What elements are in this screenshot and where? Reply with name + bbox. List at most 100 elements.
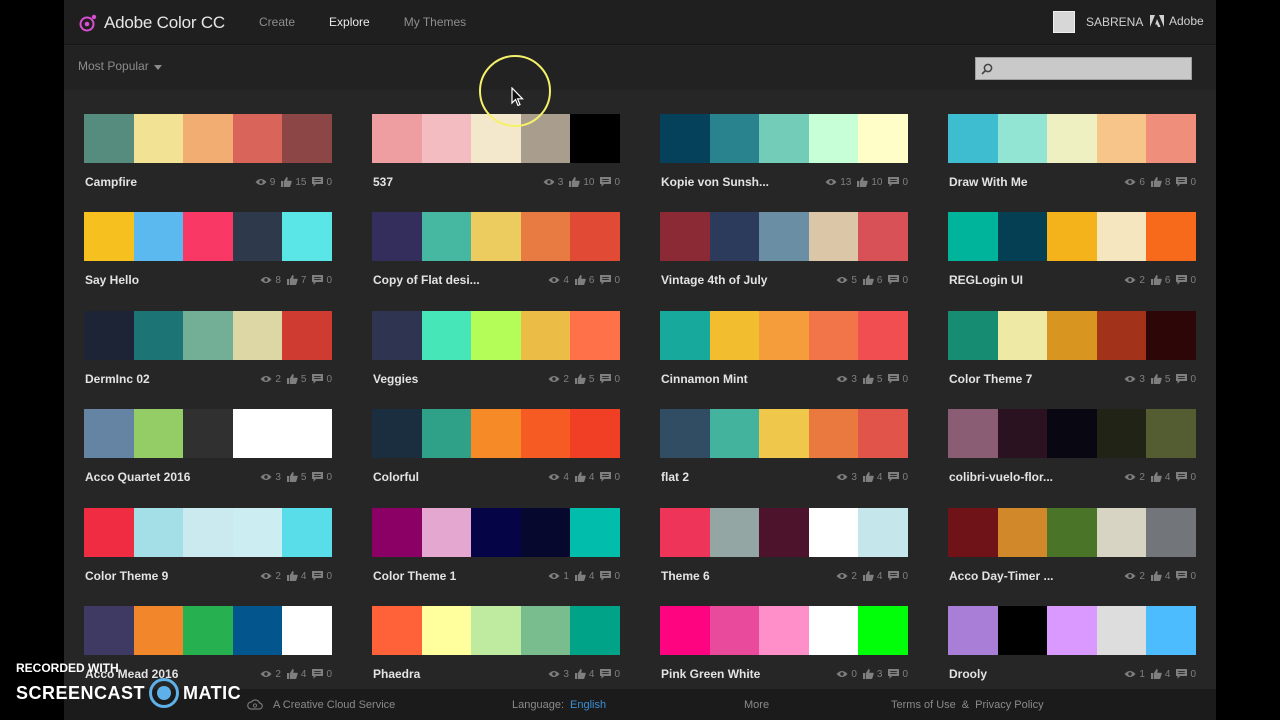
- color-swatch[interactable]: [660, 606, 710, 655]
- color-swatch[interactable]: [858, 409, 908, 458]
- comments-count[interactable]: 0: [888, 472, 908, 483]
- color-swatch[interactable]: [570, 508, 620, 557]
- likes-count[interactable]: 4: [862, 571, 882, 582]
- theme-card[interactable]: 537 3 10 0: [372, 114, 620, 194]
- color-swatch[interactable]: [997, 606, 1048, 655]
- color-swatch[interactable]: [183, 114, 233, 163]
- theme-swatches[interactable]: [948, 606, 1196, 655]
- theme-card[interactable]: Veggies 2 5 0: [372, 311, 620, 391]
- theme-card[interactable]: colibri-vuelo-flor... 2 4 0: [948, 409, 1196, 489]
- color-swatch[interactable]: [232, 409, 283, 458]
- color-swatch[interactable]: [1146, 114, 1196, 163]
- color-swatch[interactable]: [948, 311, 998, 360]
- theme-card[interactable]: Campfire 9 15 0: [84, 114, 332, 194]
- color-swatch[interactable]: [471, 606, 521, 655]
- color-swatch[interactable]: [948, 409, 998, 458]
- theme-name[interactable]: Say Hello: [85, 273, 254, 287]
- color-swatch[interactable]: [84, 212, 134, 261]
- likes-count[interactable]: 5: [862, 374, 882, 385]
- theme-swatches[interactable]: [84, 409, 332, 458]
- color-swatch[interactable]: [808, 212, 859, 261]
- color-swatch[interactable]: [808, 114, 859, 163]
- theme-swatches[interactable]: [948, 114, 1196, 163]
- comments-count[interactable]: 0: [312, 177, 332, 188]
- color-swatch[interactable]: [1096, 606, 1147, 655]
- color-swatch[interactable]: [421, 311, 472, 360]
- color-swatch[interactable]: [1047, 114, 1097, 163]
- color-swatch[interactable]: [759, 409, 809, 458]
- theme-swatches[interactable]: [372, 606, 620, 655]
- color-swatch[interactable]: [471, 212, 521, 261]
- color-swatch[interactable]: [808, 508, 859, 557]
- color-swatch[interactable]: [660, 409, 710, 458]
- likes-count[interactable]: 6: [574, 275, 594, 286]
- color-swatch[interactable]: [232, 212, 283, 261]
- theme-name[interactable]: Vintage 4th of July: [661, 273, 830, 287]
- theme-swatches[interactable]: [372, 212, 620, 261]
- theme-card[interactable]: Vintage 4th of July 5 6 0: [660, 212, 908, 292]
- comments-count[interactable]: 0: [600, 472, 620, 483]
- comments-count[interactable]: 0: [312, 275, 332, 286]
- theme-swatches[interactable]: [372, 311, 620, 360]
- likes-count[interactable]: 7: [286, 275, 306, 286]
- likes-count[interactable]: 5: [286, 472, 306, 483]
- color-swatch[interactable]: [372, 212, 422, 261]
- color-swatch[interactable]: [1096, 212, 1147, 261]
- color-swatch[interactable]: [372, 409, 422, 458]
- theme-name[interactable]: Drooly: [949, 667, 1118, 681]
- theme-name[interactable]: Color Theme 7: [949, 372, 1118, 386]
- comments-count[interactable]: 0: [888, 275, 908, 286]
- color-swatch[interactable]: [1096, 508, 1147, 557]
- color-swatch[interactable]: [660, 212, 710, 261]
- theme-name[interactable]: flat 2: [661, 470, 830, 484]
- color-swatch[interactable]: [997, 212, 1048, 261]
- comments-count[interactable]: 0: [312, 472, 332, 483]
- theme-swatches[interactable]: [84, 114, 332, 163]
- likes-count[interactable]: 4: [286, 669, 306, 680]
- theme-swatches[interactable]: [660, 409, 908, 458]
- color-swatch[interactable]: [1047, 311, 1097, 360]
- theme-card[interactable]: Cinnamon Mint 3 5 0: [660, 311, 908, 391]
- comments-count[interactable]: 0: [312, 571, 332, 582]
- color-swatch[interactable]: [1047, 508, 1097, 557]
- theme-swatches[interactable]: [660, 311, 908, 360]
- theme-swatches[interactable]: [948, 508, 1196, 557]
- color-swatch[interactable]: [858, 212, 908, 261]
- nav-create[interactable]: Create: [259, 15, 295, 29]
- color-swatch[interactable]: [372, 311, 422, 360]
- color-swatch[interactable]: [372, 606, 422, 655]
- theme-card[interactable]: Color Theme 9 2 4 0: [84, 508, 332, 588]
- theme-card[interactable]: Color Theme 1 1 4 0: [372, 508, 620, 588]
- likes-count[interactable]: 5: [1150, 374, 1170, 385]
- color-swatch[interactable]: [948, 606, 998, 655]
- adobe-link[interactable]: Adobe: [1150, 14, 1204, 28]
- nav-my-themes[interactable]: My Themes: [404, 15, 466, 29]
- color-swatch[interactable]: [183, 212, 233, 261]
- likes-count[interactable]: 3: [862, 669, 882, 680]
- theme-swatches[interactable]: [948, 212, 1196, 261]
- color-swatch[interactable]: [997, 409, 1048, 458]
- comments-count[interactable]: 0: [888, 374, 908, 385]
- color-swatch[interactable]: [421, 114, 472, 163]
- language-link[interactable]: English: [570, 699, 606, 711]
- likes-count[interactable]: 10: [569, 177, 594, 188]
- terms-link[interactable]: Terms of Use: [891, 699, 956, 711]
- comments-count[interactable]: 0: [888, 571, 908, 582]
- likes-count[interactable]: 6: [862, 275, 882, 286]
- color-swatch[interactable]: [1096, 114, 1147, 163]
- color-swatch[interactable]: [282, 409, 332, 458]
- likes-count[interactable]: 4: [574, 472, 594, 483]
- color-swatch[interactable]: [1047, 409, 1097, 458]
- color-swatch[interactable]: [1096, 409, 1147, 458]
- comments-count[interactable]: 0: [1176, 275, 1196, 286]
- color-swatch[interactable]: [471, 311, 521, 360]
- color-swatch[interactable]: [183, 508, 233, 557]
- color-swatch[interactable]: [570, 114, 620, 163]
- color-swatch[interactable]: [1146, 508, 1196, 557]
- theme-card[interactable]: Copy of Flat desi... 4 6 0: [372, 212, 620, 292]
- theme-name[interactable]: colibri-vuelo-flor...: [949, 470, 1118, 484]
- color-swatch[interactable]: [997, 508, 1048, 557]
- color-swatch[interactable]: [808, 311, 859, 360]
- color-swatch[interactable]: [660, 114, 710, 163]
- likes-count[interactable]: 4: [862, 472, 882, 483]
